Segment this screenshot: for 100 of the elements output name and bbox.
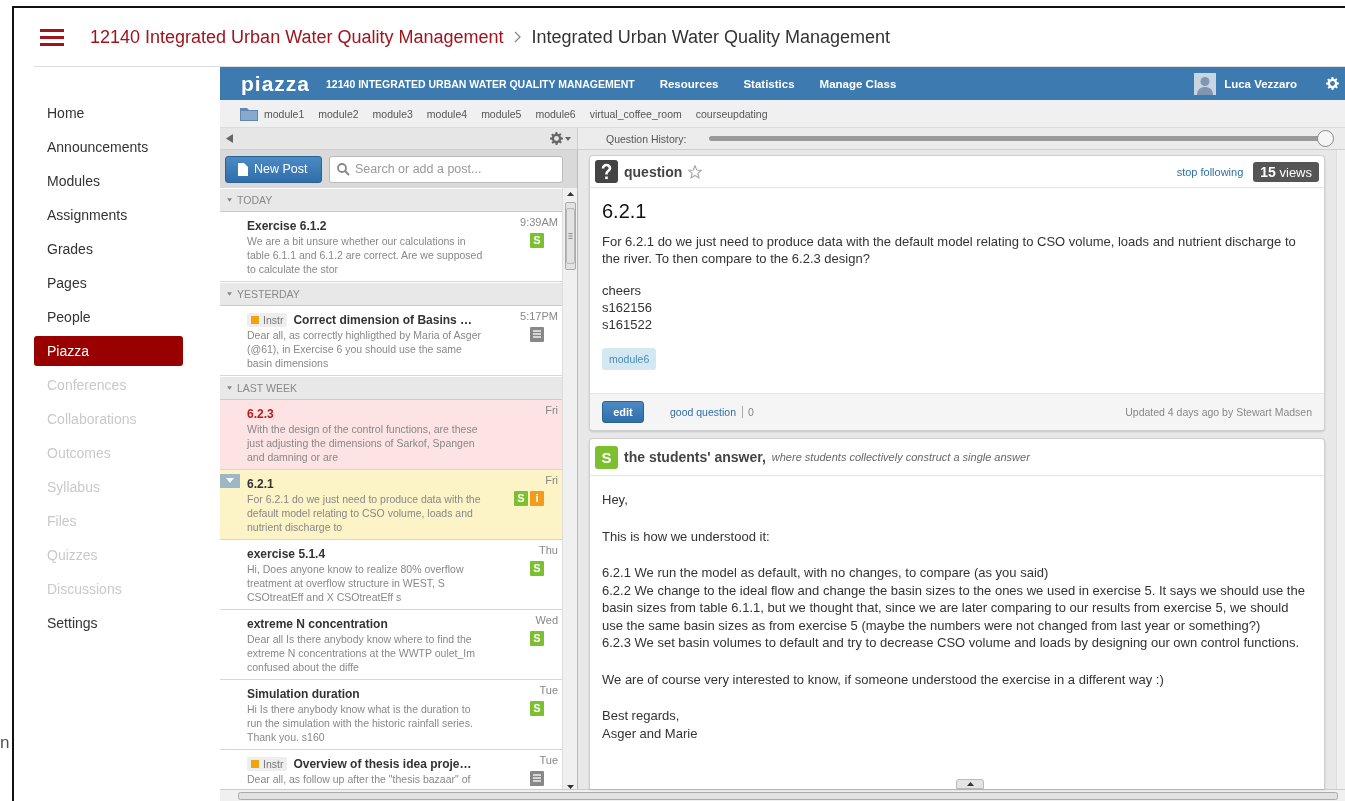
- answer-text: We are of course very interested to know, if someone understood the exercise in a different way :): [602, 670, 1165, 688]
- post-item[interactable]: 6.2.3 With the design of the control functions, are these just adjusting the dimensions of Sarkof, Spangen and damning or are Fri: [220, 400, 562, 470]
- post-snippet: Dear all, as follow up after the "thesis bazaar" of: [247, 772, 472, 786]
- question-icon: [595, 160, 618, 183]
- post-type: question: [624, 163, 683, 180]
- group-label: TODAY: [237, 194, 273, 206]
- folder-link[interactable]: module1: [264, 107, 305, 120]
- post-title: 6.2.3: [247, 407, 274, 421]
- sidebar-item[interactable]: Assignments: [34, 200, 183, 230]
- instructor-tag: Instr: [247, 757, 288, 771]
- post-snippet: Hi Is there anybody know what is the duration to run the simulation with the historic rainfall series. Thank you. s160: [247, 702, 474, 744]
- scrollbar-thumb[interactable]: [238, 791, 1338, 800]
- folder-link[interactable]: virtual_coffee_room: [589, 107, 682, 120]
- post-text: cheers s162156 s161522: [602, 282, 653, 333]
- post-snippet: Hi, Does anyone know to realize 80% overflow treatment at overflow structure in WEST, S CSOtreatEff and X CSOtreatEff s: [247, 562, 465, 604]
- user-name[interactable]: Luca Vezzaro: [1224, 77, 1297, 90]
- post-title: Overview of thesis idea proje…: [293, 757, 472, 771]
- instructor-tag: Instr: [247, 313, 288, 327]
- post-time: 5:17PM: [520, 310, 558, 322]
- caret-icon[interactable]: [565, 136, 571, 141]
- caret-icon: [966, 782, 974, 786]
- note-icon: [530, 327, 544, 342]
- slider-thumb[interactable]: [1316, 130, 1334, 147]
- post-snippet: For 6.2.1 do we just need to produce data with the default model relating to CSO volume, loads and nutrient discharge to: [247, 492, 482, 534]
- group-label: LAST WEEK: [237, 382, 297, 394]
- vote-count: 0: [748, 406, 754, 418]
- course-title[interactable]: 12140 INTEGRATED URBAN WATER QUALITY MANAGEMENT: [326, 77, 635, 90]
- search-field[interactable]: Search or add a post...: [329, 155, 563, 183]
- sidebar-item[interactable]: Piazza: [34, 336, 183, 366]
- student-badge: S: [530, 701, 544, 716]
- chevron-icon: [513, 31, 522, 43]
- nav-link[interactable]: Resources: [659, 77, 719, 90]
- edit-button[interactable]: edit: [602, 401, 644, 423]
- answer-text: Best regards, Asger and Marie: [602, 707, 699, 742]
- collapse-icon[interactable]: [226, 134, 234, 143]
- sidebar-item[interactable]: Pages: [34, 268, 183, 298]
- post-snippet: Dear all, as correctly highligthed by Maria of Asger (@61), in Exercise 6 you should use the same basin dimensions: [247, 328, 483, 370]
- folder-link[interactable]: module3: [372, 107, 413, 120]
- sidebar-item[interactable]: Grades: [34, 234, 183, 264]
- caret-icon[interactable]: [227, 386, 232, 390]
- student-badge: S: [595, 445, 618, 469]
- post-time: 9:39AM: [520, 216, 558, 228]
- folder-link[interactable]: courseupdating: [695, 107, 768, 120]
- folder-link[interactable]: module5: [481, 107, 522, 120]
- post-title: 6.2.1: [602, 200, 648, 223]
- post-title: Simulation duration: [247, 687, 360, 701]
- caret-icon[interactable]: [227, 292, 232, 296]
- folder-icon: [240, 106, 258, 121]
- sidebar-item[interactable]: People: [34, 302, 183, 332]
- post-title: Exercise 6.1.2: [247, 219, 327, 233]
- post-snippet: With the design of the control functions, are these just adjusting the dimensions of Sarkof, Spangen and damning or are: [247, 422, 479, 464]
- instructor-badge: i: [530, 491, 544, 506]
- collapse-button[interactable]: [956, 779, 984, 789]
- post-time: Thu: [539, 544, 558, 556]
- star-icon[interactable]: [688, 164, 703, 179]
- menu-icon[interactable]: [40, 28, 64, 46]
- post-time: Tue: [539, 684, 558, 696]
- answer-text: 6.2.1 We run the model as default, with no changes, to compare (as you said) 6.2.2 We change to the ideal flow and change the basin sizes to the ones we used in exercise 5. It says we should use the basin sizes from table 6.1.1, but we thought that, since we are later comparing to our results from exercise 5, we should use the same basin sizes as from exercise 5 (maybe the numbers were not changed from last year or something?) 6.2.3 We set basin volumes to default and try to decrease CSO volume and loads by designing our own control functions.: [602, 564, 1306, 652]
- student-badge: S: [530, 561, 544, 576]
- post-title: 6.2.1: [247, 477, 274, 491]
- answer-text: Hey,: [602, 491, 629, 509]
- good-question-link[interactable]: good question: [670, 406, 743, 418]
- nav-link[interactable]: Statistics: [743, 77, 795, 90]
- answer-subtitle: where students collectively construct a single answer: [771, 451, 1030, 463]
- note-icon: [530, 771, 544, 786]
- answer-title: the students' answer,: [624, 449, 766, 465]
- scroll-up-icon[interactable]: [566, 192, 574, 196]
- sidebar-item[interactable]: Announcements: [34, 132, 183, 162]
- sidebar-item[interactable]: Home: [34, 98, 183, 128]
- follow-link[interactable]: stop following: [1176, 165, 1244, 178]
- caret-icon[interactable]: [227, 198, 232, 202]
- group-label: YESTERDAY: [237, 288, 300, 300]
- page-title: Integrated Urban Water Quality Management: [531, 26, 891, 48]
- post-title: exercise 5.1.4: [247, 547, 326, 561]
- breadcrumb-link[interactable]: 12140 Integrated Urban Water Quality Management: [90, 26, 504, 48]
- views-count: 15 views: [1253, 161, 1319, 182]
- avatar-icon[interactable]: [1194, 72, 1217, 95]
- post-time: Fri: [545, 404, 558, 416]
- new-post-button[interactable]: New Post: [225, 155, 322, 183]
- folder-link[interactable]: module2: [318, 107, 359, 120]
- post-snippet: Dear all Is there anybody know where to find the extreme N concentrations at the WWTP oulet_Im confused about the diffe: [247, 632, 476, 674]
- post-item[interactable]: 6.2.1 For 6.2.1 do we just need to produce data with the default model relating to CSO volume, loads and nutrient discharge to Fri S i: [220, 470, 562, 540]
- slider-label: Question History:: [606, 132, 687, 145]
- sidebar-item[interactable]: Modules: [34, 166, 183, 196]
- folder-link[interactable]: module6: [535, 107, 576, 120]
- settings-icon[interactable]: [1326, 77, 1339, 90]
- student-badge: S: [530, 631, 544, 646]
- post-time: Fri: [545, 474, 558, 486]
- student-badge: S: [530, 233, 544, 248]
- post-title: extreme N concentration: [247, 617, 388, 631]
- folder-link[interactable]: module4: [426, 107, 468, 120]
- post-title: Correct dimension of Basins …: [293, 313, 473, 327]
- logo: piazza: [241, 73, 311, 94]
- scrollbar-thumb[interactable]: [564, 202, 576, 270]
- sidebar-item[interactable]: Settings: [34, 608, 183, 638]
- nav-link[interactable]: Manage Class: [819, 77, 897, 90]
- settings-icon[interactable]: [550, 132, 563, 145]
- post-time: Tue: [539, 754, 558, 766]
- scrollbar-track[interactable]: [1336, 150, 1345, 789]
- student-badge: S: [514, 491, 528, 506]
